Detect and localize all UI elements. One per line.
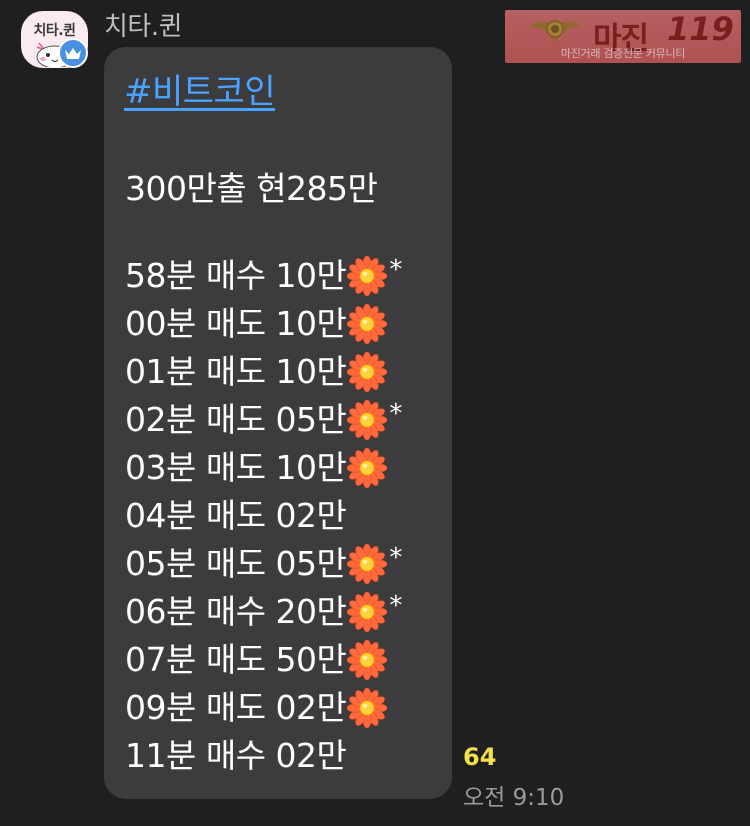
trade-line: 00분 매도 10만 <box>125 300 402 348</box>
blossom-emoji-icon <box>347 543 388 585</box>
blossom-emoji-icon <box>347 447 388 489</box>
trade-list: 58분 매수 10만 * 00분 매도 10만 01분 매도 10만 02분 매도… <box>125 252 402 780</box>
eagle-seal-icon <box>529 20 581 43</box>
watermark-logo: 마진 119 마진거래 검증전문 커뮤니티 <box>505 10 741 63</box>
trade-line-text: 58분 매수 10만 <box>125 256 347 295</box>
sender-name[interactable]: 치타.퀸 <box>104 6 183 43</box>
trade-line: 05분 매도 05만 * <box>125 540 402 588</box>
trade-line-text: 06분 매수 20만 <box>125 592 347 631</box>
message-summary: 300만출 현285만 <box>125 169 378 208</box>
trade-line: 09분 매도 02만 <box>125 684 402 732</box>
trade-line: 11분 매수 02만 <box>125 732 402 780</box>
blossom-emoji-icon <box>347 639 388 681</box>
blossom-emoji-icon <box>347 591 388 633</box>
trade-line-text: 05분 매도 05만 <box>125 544 347 583</box>
message-time: 오전 9:10 <box>463 785 565 811</box>
star-mark: * <box>389 399 402 429</box>
trade-line-text: 00분 매도 10만 <box>125 304 347 343</box>
trade-line-text: 02분 매도 05만 <box>125 400 347 439</box>
blossom-emoji-icon <box>347 399 388 441</box>
watermark-subtitle: 마진거래 검증전문 커뮤니티 <box>560 47 686 60</box>
watermark-number: 119 <box>667 10 734 48</box>
trade-line: 04분 매도 02만 <box>125 492 402 540</box>
star-mark: * <box>389 591 402 621</box>
crown-badge <box>58 38 88 68</box>
trade-line-text: 03분 매도 10만 <box>125 448 347 487</box>
trade-line-text: 04분 매도 02만 <box>125 496 347 535</box>
trade-line: 02분 매도 05만 * <box>125 396 402 444</box>
hashtag-link[interactable]: #비트코인 <box>124 64 276 113</box>
crown-icon <box>65 48 81 59</box>
trade-line: 07분 매도 50만 <box>125 636 402 684</box>
unread-count: 64 <box>463 743 497 771</box>
trade-line-text: 07분 매도 50만 <box>125 640 347 679</box>
blossom-emoji-icon <box>347 351 388 393</box>
blossom-emoji-icon <box>347 303 388 345</box>
star-mark: * <box>389 543 402 573</box>
trade-line: 06분 매수 20만 * <box>125 588 402 636</box>
blossom-emoji-icon <box>347 687 388 729</box>
trade-line-text: 11분 매수 02만 <box>125 736 347 775</box>
trade-line: 01분 매도 10만 <box>125 348 402 396</box>
trade-line-text: 01분 매도 10만 <box>125 352 347 391</box>
trade-line-text: 09분 매도 02만 <box>125 688 347 727</box>
blossom-emoji-icon <box>347 255 388 297</box>
trade-line: 58분 매수 10만 * <box>125 252 402 300</box>
star-mark: * <box>389 255 402 285</box>
trade-line: 03분 매도 10만 <box>125 444 402 492</box>
